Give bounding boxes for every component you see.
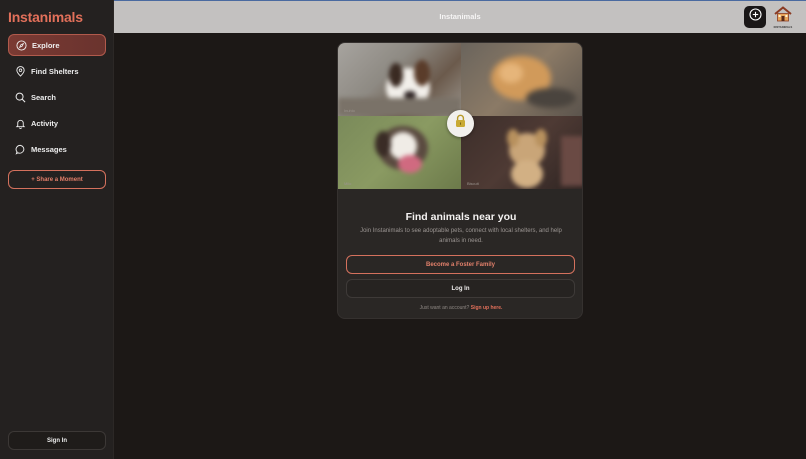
sign-in-button[interactable]: Sign In — [8, 431, 106, 450]
signup-prompt-card: Inuhio Milo Biscuit Find animals near yo… — [337, 42, 583, 319]
pet-photo: Inuhio — [338, 43, 461, 116]
signup-line: Just want an account? Sign up here. — [338, 305, 582, 311]
sidebar-item-explore[interactable]: Explore — [8, 34, 106, 56]
become-foster-button[interactable]: Become a Foster Family — [346, 255, 575, 274]
create-post-button[interactable] — [744, 6, 766, 28]
log-in-button[interactable]: Log In — [346, 279, 575, 298]
logo-wordmark: INSTANIMALS — [773, 26, 793, 29]
top-bar: Instanimals INSTANIMALS — [114, 0, 806, 33]
signup-prompt: Just want an account? — [419, 305, 470, 311]
bell-icon — [14, 117, 26, 129]
sidebar-item-messages[interactable]: Messages — [8, 138, 106, 160]
house-icon — [774, 6, 792, 27]
sidebar-item-search[interactable]: Search — [8, 86, 106, 108]
pet-photo: Milo — [338, 116, 461, 189]
sidebar-item-activity[interactable]: Activity — [8, 112, 106, 134]
pet-caption: Biscuit — [467, 181, 479, 186]
sign-up-link[interactable]: Sign up here. — [471, 305, 503, 311]
chat-bubble-icon — [14, 143, 26, 155]
home-logo-button[interactable]: INSTANIMALS — [772, 6, 794, 29]
card-title: Find animals near you — [405, 211, 517, 223]
sidebar-item-label: Explore — [32, 40, 60, 50]
pet-photo — [461, 43, 582, 116]
pet-caption: Milo — [344, 181, 352, 186]
share-moment-button[interactable]: + Share a Moment — [8, 170, 106, 189]
sidebar-item-find-shelters[interactable]: Find Shelters — [8, 60, 106, 82]
sidebar: Instanimals Explore Find Shelters Search… — [0, 0, 114, 459]
compass-icon — [15, 39, 27, 51]
search-icon — [14, 91, 26, 103]
sidebar-item-label: Messages — [31, 144, 67, 154]
brand-logo[interactable]: Instanimals — [8, 9, 83, 25]
card-description: Join Instanimals to see adoptable pets, … — [360, 228, 562, 244]
lock-badge — [447, 110, 474, 137]
page-title: Instanimals — [439, 12, 481, 21]
app-root: Instanimals Explore Find Shelters Search… — [0, 0, 806, 459]
lock-icon — [454, 114, 467, 133]
sidebar-item-label: Activity — [31, 118, 59, 128]
sidebar-item-label: Find Shelters — [31, 66, 79, 76]
pet-photo: Biscuit — [461, 116, 582, 189]
plus-circle-icon — [748, 8, 762, 26]
pet-caption: Inuhio — [344, 108, 355, 113]
map-pin-icon — [14, 65, 26, 77]
sidebar-item-label: Search — [31, 92, 57, 102]
